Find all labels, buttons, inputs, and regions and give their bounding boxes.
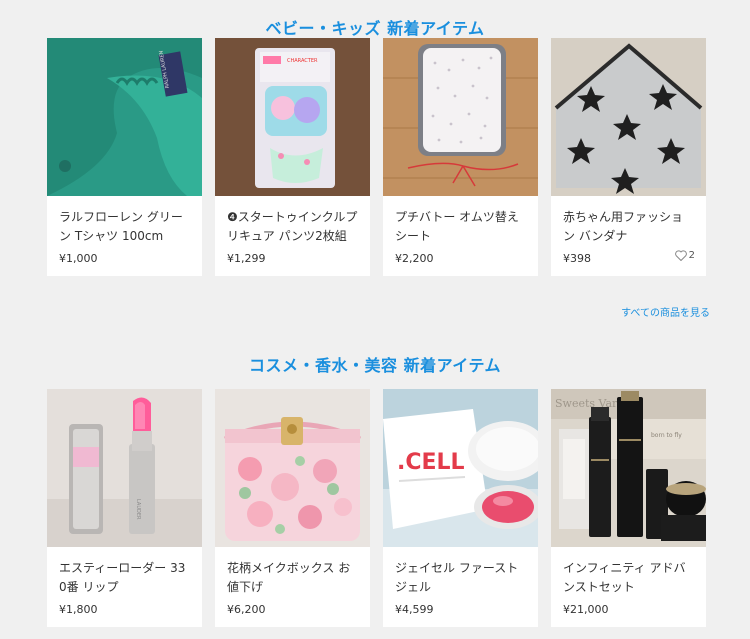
product-price: ¥1,800 [59, 603, 98, 616]
section-title: ベビー・キッズ 新着アイテム [265, 19, 485, 38]
product-price: ¥6,200 [227, 603, 266, 616]
product-info: ❹スタートゥインクルプリキュア パンツ2枚組 ¥1,299 [215, 196, 370, 276]
product-thumbnail[interactable]: Sweets Variety born to fly [551, 389, 706, 547]
product-grid: RALPH LAUREN ラルフローレン グリーン Tシャツ 100cm ¥1,… [0, 38, 750, 276]
like-count[interactable]: 2 [674, 250, 695, 261]
heart-outline-icon [674, 250, 687, 261]
see-all-link[interactable]: すべての商品を見る [621, 304, 710, 319]
product-info: ラルフローレン グリーン Tシャツ 100cm ¥1,000 [47, 196, 202, 276]
product-info: インフィニティ アドバンストセット ¥21,000 [551, 547, 706, 627]
product-thumbnail[interactable]: .CELL [383, 389, 538, 547]
product-card[interactable]: CHARACTER ❹スタートゥインクルプリキュア パンツ2枚組 ¥1,299 [215, 38, 370, 276]
product-info: ジェイセル ファーストジェル ¥4,599 [383, 547, 538, 627]
svg-text:LAUDER: LAUDER [135, 499, 141, 520]
like-count-value: 2 [688, 250, 695, 261]
svg-text:CHARACTER: CHARACTER [287, 58, 318, 64]
product-name: プチバトー オムツ替えシート [395, 210, 519, 243]
product-price: ¥21,000 [563, 603, 609, 616]
product-price: ¥2,200 [395, 252, 434, 265]
product-thumbnail[interactable] [551, 38, 706, 196]
product-thumbnail[interactable] [383, 38, 538, 196]
product-name: ラルフローレン グリーン Tシャツ 100cm [59, 210, 183, 243]
svg-text:.CELL: .CELL [397, 450, 465, 475]
product-price: ¥1,299 [227, 252, 266, 265]
product-thumbnail[interactable]: RALPH LAUREN [47, 38, 202, 196]
product-name: 花柄メイクボックス お値下げ [227, 561, 351, 594]
product-grid: LAUDER エスティーローダー 330番 リップ ¥1,800 花柄メイクボッ… [0, 389, 750, 627]
baby-kids-section: ベビー・キッズ 新着アイテム RALPH LAUREN ラルフローレン グリーン… [0, 0, 750, 330]
product-info: 赤ちゃん用ファッション バンダナ ¥398 2 [551, 196, 706, 276]
product-thumbnail[interactable]: CHARACTER [215, 38, 370, 196]
cosmetics-section: コスメ・香水・美容 新着アイテム LAUDER エスティーローダー 330番 リ… [0, 330, 750, 627]
product-info: 花柄メイクボックス お値下げ ¥6,200 [215, 547, 370, 627]
product-name: インフィニティ アドバンストセット [563, 561, 686, 594]
product-name: ジェイセル ファーストジェル [395, 561, 519, 594]
product-card[interactable]: RALPH LAUREN ラルフローレン グリーン Tシャツ 100cm ¥1,… [47, 38, 202, 276]
product-card[interactable]: Sweets Variety born to fly インフィニティ アドバンス… [551, 389, 706, 627]
section-title: コスメ・香水・美容 新着アイテム [249, 356, 501, 375]
product-info: プチバトー オムツ替えシート ¥2,200 [383, 196, 538, 276]
svg-text:born to fly: born to fly [651, 432, 682, 439]
product-name: エスティーローダー 330番 リップ [59, 561, 186, 594]
product-price: ¥1,000 [59, 252, 98, 265]
product-thumbnail[interactable]: LAUDER [47, 389, 202, 547]
product-card[interactable]: 赤ちゃん用ファッション バンダナ ¥398 2 [551, 38, 706, 276]
product-card[interactable]: プチバトー オムツ替えシート ¥2,200 [383, 38, 538, 276]
product-card[interactable]: .CELL ジェイセル ファーストジェル ¥4,599 [383, 389, 538, 627]
product-card[interactable]: 花柄メイクボックス お値下げ ¥6,200 [215, 389, 370, 627]
product-name: ❹スタートゥインクルプリキュア パンツ2枚組 [227, 210, 358, 243]
product-info: エスティーローダー 330番 リップ ¥1,800 [47, 547, 202, 627]
product-price: ¥4,599 [395, 603, 434, 616]
product-card[interactable]: LAUDER エスティーローダー 330番 リップ ¥1,800 [47, 389, 202, 627]
product-name: 赤ちゃん用ファッション バンダナ [563, 210, 684, 243]
product-thumbnail[interactable] [215, 389, 370, 547]
